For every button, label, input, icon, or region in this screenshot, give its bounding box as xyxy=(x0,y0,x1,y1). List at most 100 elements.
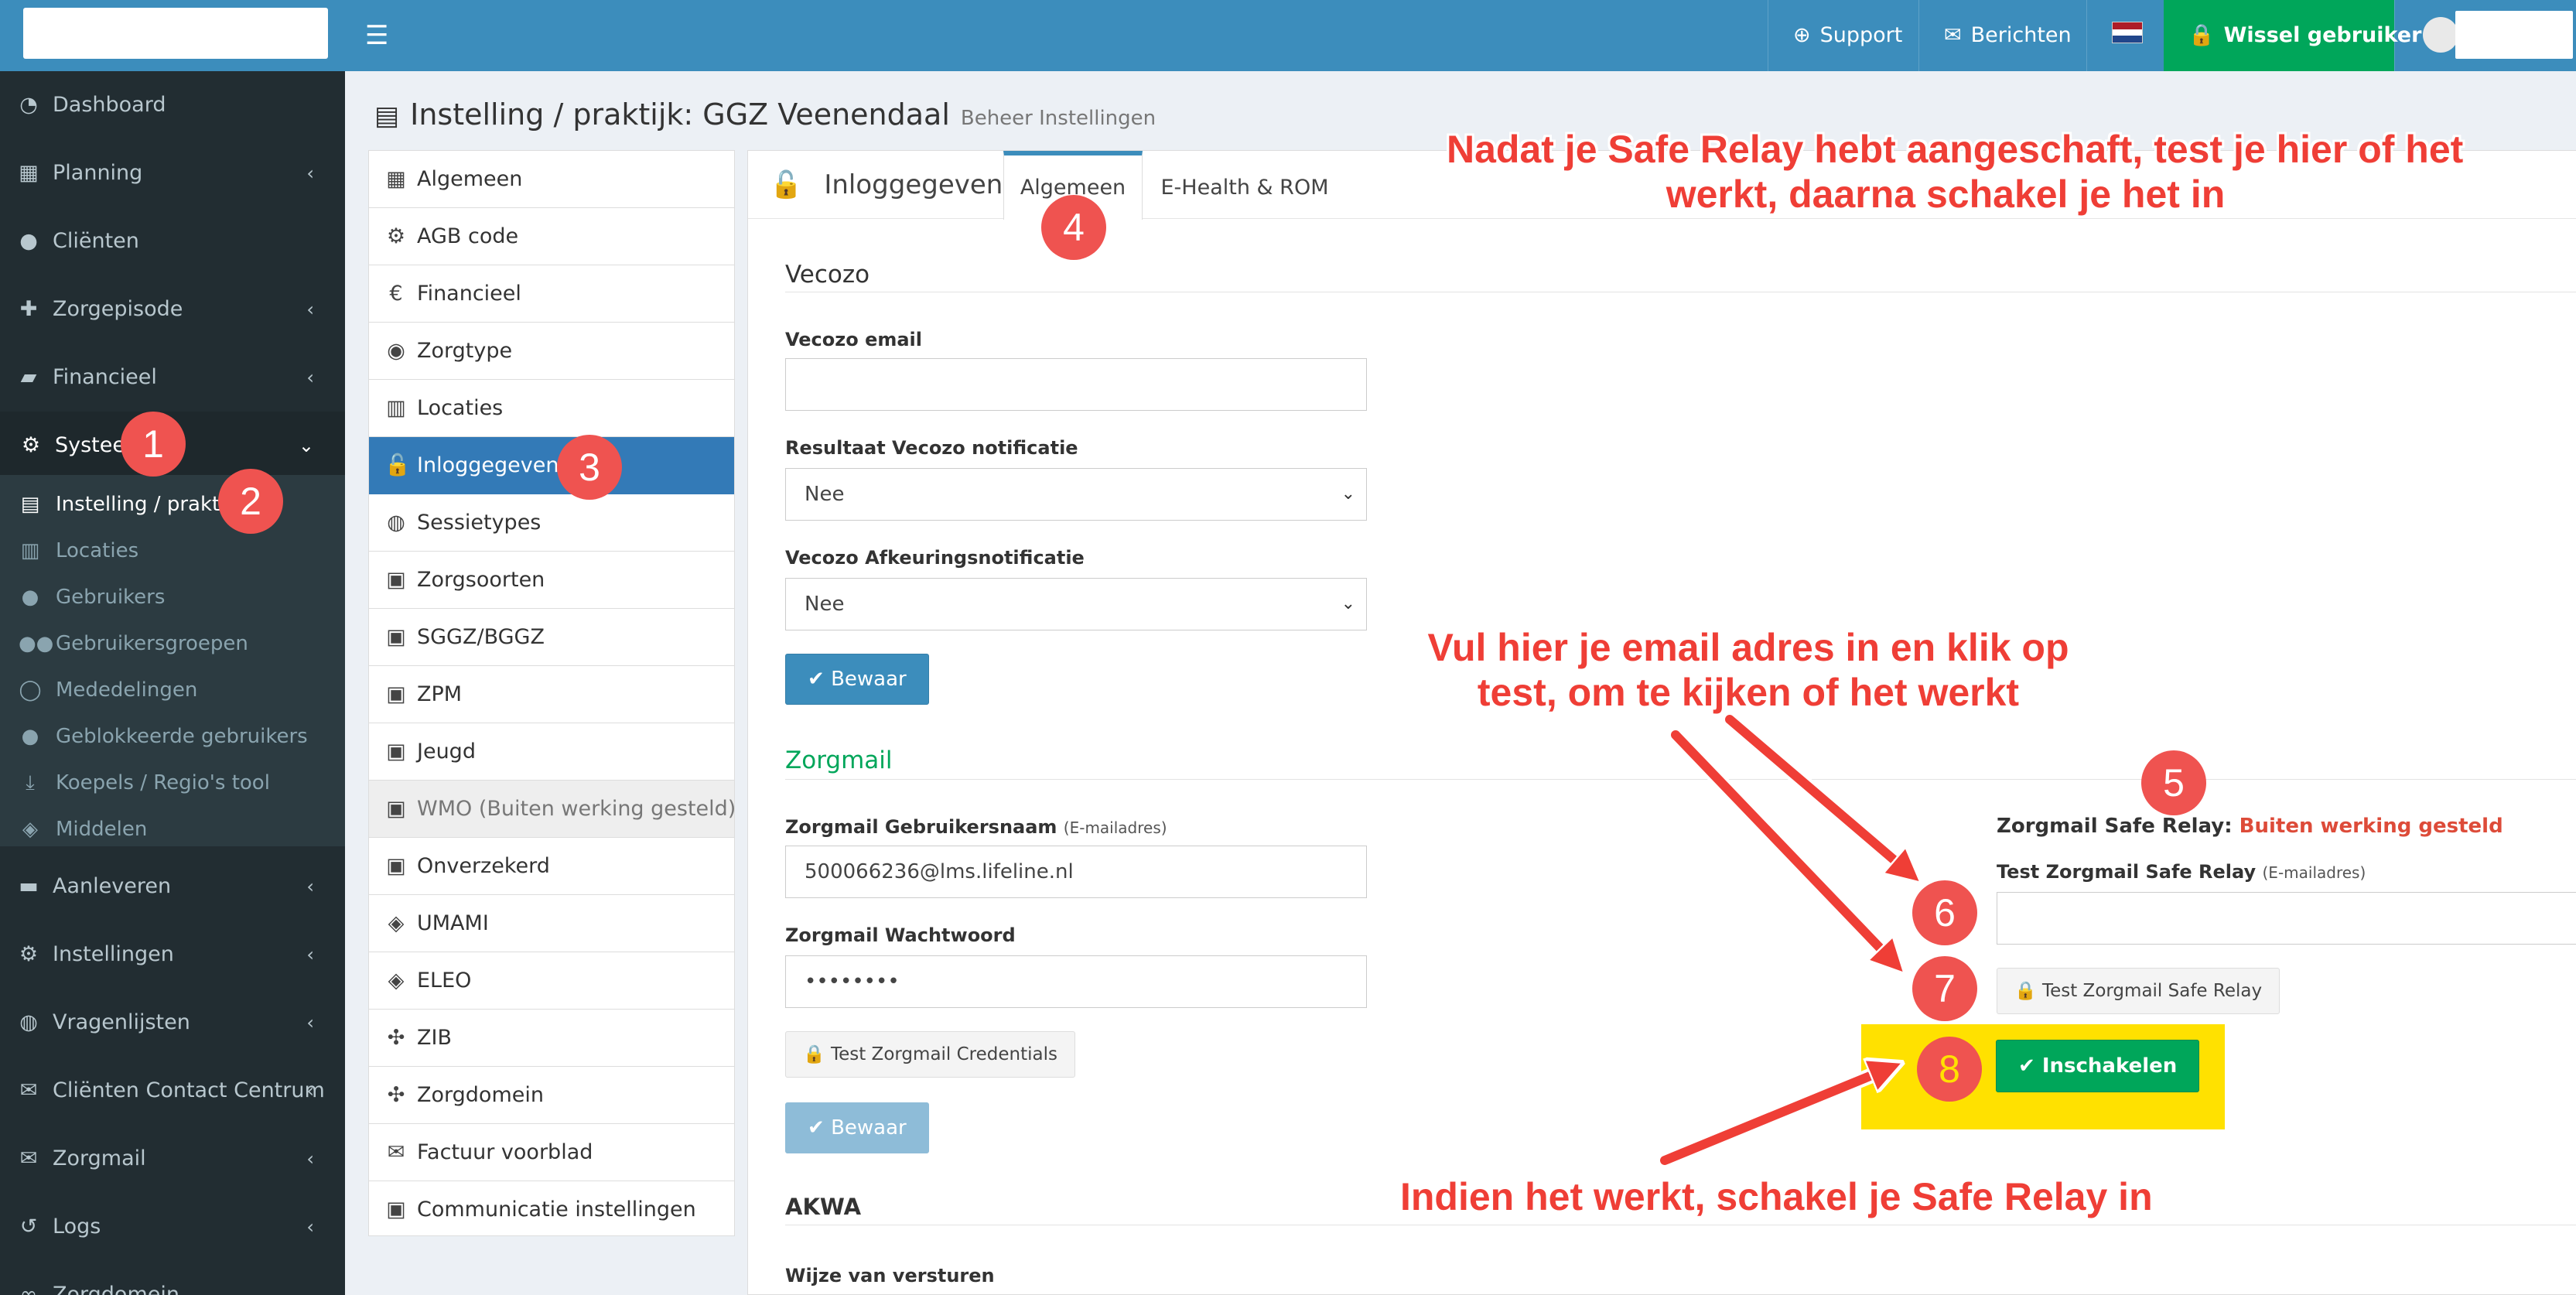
sidebar-subitem-instelling[interactable]: ▤ Instelling / praktijk xyxy=(0,481,345,528)
test-credentials-button[interactable]: 🔒 Test Zorgmail Credentials xyxy=(785,1031,1075,1078)
chevron-down-icon: ⌄ xyxy=(1341,484,1355,504)
enable-safe-relay-button[interactable]: ✔ Inschakelen xyxy=(1996,1040,2200,1092)
tab-panel-title-text: Inloggegevens xyxy=(824,169,1017,200)
settings-item-zorgdomein[interactable]: ✣ Zorgdomein xyxy=(369,1067,734,1124)
sidebar-item-zorgmail[interactable]: ✉ Zorgmail ‹ xyxy=(0,1125,345,1193)
map-icon: ▥ xyxy=(20,539,40,562)
logo[interactable] xyxy=(23,8,328,59)
enable-button-label: Inschakelen xyxy=(2041,1054,2178,1078)
sidebar-item-label: Dashboard xyxy=(53,93,166,117)
test-relay-button[interactable]: 🔒 Test Zorgmail Safe Relay xyxy=(1997,968,2280,1014)
chevron-left-icon: ‹ xyxy=(306,1148,314,1170)
sidebar-item-aanleveren[interactable]: ▬ Aanleveren ‹ xyxy=(0,853,345,921)
support-link[interactable]: ⊕ Support xyxy=(1768,0,1918,71)
cubes-icon: ◈ xyxy=(388,969,405,993)
vecozo-notificatie-label: Resultaat Vecozo notificatie xyxy=(785,437,1078,459)
zorgmail-save-button[interactable]: ✔ Bewaar xyxy=(785,1102,929,1153)
vecozo-email-input[interactable] xyxy=(785,358,1367,411)
vecozo-notificatie-value: Nee xyxy=(805,483,845,506)
sidebar-item-financieel[interactable]: ▰ Financieel ‹ xyxy=(0,343,345,412)
settings-item-sggz-bggz[interactable]: ▣ SGGZ/BGGZ xyxy=(369,609,734,666)
vecozo-save-button[interactable]: ✔ Bewaar xyxy=(785,654,929,705)
settings-item-label: Zorgsoorten xyxy=(417,568,545,592)
vecozo-email-label: Vecozo email xyxy=(785,329,922,350)
settings-item-label: Sessietypes xyxy=(417,511,542,535)
sidebar-subitem-label: Gebruikersgroepen xyxy=(56,632,248,655)
zorgmail-pass-input[interactable]: •••••••• xyxy=(785,955,1367,1008)
settings-item-wmo[interactable]: ▣ WMO (Buiten werking gesteld) xyxy=(369,781,736,838)
sidebar-item-zorgepisode[interactable]: ✚ Zorgepisode ‹ xyxy=(0,275,345,343)
tab-ehealth-rom[interactable]: E-Health & ROM xyxy=(1153,151,1336,219)
sidebar-item-instellingen[interactable]: ⚙ Instellingen ‹ xyxy=(0,921,345,989)
settings-item-factuur-voorblad[interactable]: ✉ Factuur voorblad xyxy=(369,1124,734,1181)
sidebar-subitem-geblokkeerde[interactable]: ● Geblokkeerde gebruikers xyxy=(0,713,345,760)
section-divider xyxy=(785,779,2576,780)
settings-item-financieel[interactable]: € Financieel xyxy=(369,265,734,323)
berichten-label: Berichten xyxy=(1970,23,2072,47)
berichten-link[interactable]: ✉ Berichten xyxy=(1918,0,2086,71)
sidebar-item-logs[interactable]: ↺ Logs ‹ xyxy=(0,1193,345,1261)
sidebar-item-label: Logs xyxy=(53,1215,101,1239)
sidebar-item-clienten[interactable]: ● Cliënten xyxy=(0,207,345,275)
settings-item-sessietypes[interactable]: ◍ Sessietypes xyxy=(369,494,734,552)
user-menu[interactable] xyxy=(2394,0,2576,71)
truck-icon: ▬ xyxy=(19,874,39,898)
settings-item-zorgsoorten[interactable]: ▣ Zorgsoorten xyxy=(369,552,734,609)
sidebar-item-vragenlijsten[interactable]: ◍ Vragenlijsten ‹ xyxy=(0,989,345,1057)
tab-panel-title: 🔓 Inloggegevens xyxy=(770,151,1016,219)
menu-toggle-icon[interactable]: ☰ xyxy=(365,19,388,53)
sidebar-subitem-gebruikers[interactable]: ● Gebruikers xyxy=(0,574,345,620)
check-circle-icon: ✔ xyxy=(2018,1054,2042,1078)
settings-item-zib[interactable]: ✣ ZIB xyxy=(369,1010,734,1067)
test-credentials-label: Test Zorgmail Credentials xyxy=(830,1044,1057,1064)
settings-item-jeugd[interactable]: ▣ Jeugd xyxy=(369,723,734,781)
globe-icon: ◍ xyxy=(19,1010,38,1034)
sidebar-subitem-middelen[interactable]: ◈ Middelen xyxy=(0,806,345,853)
accessibility-icon: ◉ xyxy=(387,339,405,363)
settings-item-umami[interactable]: ◈ UMAMI xyxy=(369,895,734,952)
sidebar-item-label: Aanleveren xyxy=(53,874,172,898)
settings-item-onverzekerd[interactable]: ▣ Onverzekerd xyxy=(369,838,734,895)
test-relay-input[interactable] xyxy=(1997,892,2576,945)
sidebar-subitem-mededelingen[interactable]: ◯ Mededelingen xyxy=(0,667,345,713)
sidebar-subitem-label: Gebruikers xyxy=(56,586,166,609)
sidebar-subitem-locaties[interactable]: ▥ Locaties xyxy=(0,528,345,574)
briefcase-icon: ▣ xyxy=(386,625,406,649)
building-icon: ▤ xyxy=(374,101,400,132)
sidebar-item-planning[interactable]: ▦ Planning ‹ xyxy=(0,139,345,207)
sidebar-submenu: ▤ Instelling / praktijk ▥ Locaties ● Gebrui… xyxy=(0,475,345,846)
settings-item-label: ZIB xyxy=(417,1026,452,1050)
vecozo-afkeuring-select[interactable]: Nee ⌄ xyxy=(785,578,1367,630)
vecozo-notificatie-select[interactable]: Nee ⌄ xyxy=(785,468,1367,521)
sidebar-item-zorgdomein[interactable]: ∞ Zorgdomein xyxy=(0,1261,345,1295)
zorgmail-user-input[interactable]: 500066236@lms.lifeline.nl xyxy=(785,846,1367,898)
sidebar-subitem-koepels[interactable]: ⤓ Koepels / Regio's tool xyxy=(0,760,345,806)
page-title: ▤ Instelling / praktijk: GGZ Veenendaal Be… xyxy=(374,93,1156,136)
settings-item-zorgtype[interactable]: ◉ Zorgtype xyxy=(369,323,734,380)
users-icon: ●● xyxy=(19,632,54,655)
cogs-icon: ⚙ xyxy=(386,224,406,248)
user-lock-icon: ● xyxy=(21,725,39,748)
sidebar-item-contact-centrum[interactable]: ✉ Cliënten Contact Centrum ‹ xyxy=(0,1057,345,1125)
sidebar-subitem-gebruikersgroepen[interactable]: ●● Gebruikersgroepen xyxy=(0,620,345,667)
language-selector[interactable] xyxy=(2086,0,2164,71)
top-navbar: ☰ ⊕ Support ✉ Berichten 🔒 Wissel gebruiker xyxy=(0,0,2576,71)
user-icon: ● xyxy=(21,586,39,609)
settings-item-agb-code[interactable]: ⚙ AGB code xyxy=(369,208,734,265)
settings-item-eleo[interactable]: ◈ ELEO xyxy=(369,952,734,1010)
safe-relay-label: Zorgmail Safe Relay: xyxy=(1997,815,2233,838)
settings-item-label: AGB code xyxy=(417,224,519,248)
inloggegevens-panel: 🔓 Inloggegevens Algemeen E-Health & ROM V… xyxy=(747,150,2576,1295)
test-relay-hint: (E-mailadres) xyxy=(2262,863,2366,882)
sidebar-subitem-label: Middelen xyxy=(56,818,148,841)
settings-item-communicatie[interactable]: ▣ Communicatie instellingen xyxy=(369,1181,734,1239)
sidebar-item-dashboard[interactable]: ◔ Dashboard xyxy=(0,71,345,139)
settings-item-locaties[interactable]: ▥ Locaties xyxy=(369,380,734,437)
sidebar-item-label: Vragenlijsten xyxy=(53,1010,190,1034)
settings-item-algemeen[interactable]: ▦ Algemeen xyxy=(369,151,734,208)
settings-item-zpm[interactable]: ▣ ZPM xyxy=(369,666,734,723)
switch-user-button[interactable]: 🔒 Wissel gebruiker xyxy=(2164,0,2421,71)
settings-item-inloggegevens[interactable]: 🔓 Inloggegevens xyxy=(369,437,734,494)
test-relay-button-label: Test Zorgmail Safe Relay xyxy=(2041,981,2263,1001)
briefcase-icon: ▣ xyxy=(386,682,406,706)
